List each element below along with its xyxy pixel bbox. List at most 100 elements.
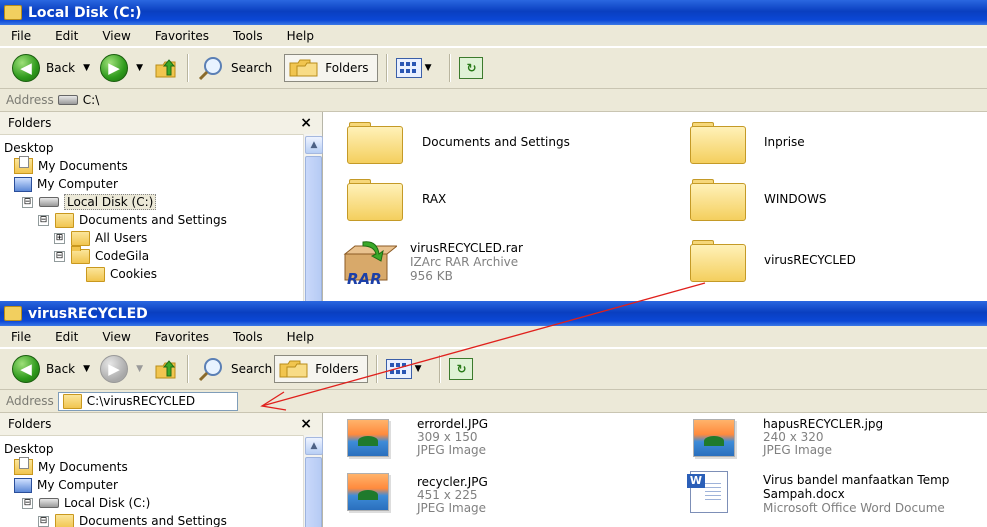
forward-button[interactable]: ▶ ▼ [100,54,153,82]
scroll-up-icon[interactable]: ▲ [305,437,323,455]
refresh-icon[interactable]: ↻ [449,358,474,380]
folders-label: Folders [325,61,369,75]
back-label: Back [46,362,76,376]
address-value: C:\ [82,93,100,107]
tree-item-my-documents[interactable]: My Documents [0,457,322,476]
collapse-icon[interactable]: ⊟ [38,515,49,527]
search-button[interactable]: Search [197,356,272,382]
scroll-up-icon[interactable]: ▲ [305,136,323,154]
close-pane-icon[interactable]: × [300,416,312,432]
item-dimensions: 451 x 225 [417,488,478,502]
menu-file[interactable]: File [11,330,31,344]
folder-icon [690,240,746,282]
toolbar-separator [439,355,442,383]
forward-dropdown-icon[interactable]: ▼ [136,364,143,374]
my-documents-icon [14,457,33,475]
close-pane-icon[interactable]: × [300,115,312,131]
forward-dropdown-icon[interactable]: ▼ [136,63,143,73]
menu-edit[interactable]: Edit [55,29,78,43]
item-name: recycler.JPG [417,475,488,489]
menu-tools[interactable]: Tools [233,330,263,344]
item-name: hapusRECYCLER.jpg [763,417,884,431]
folders-scrollbar[interactable]: ▲ [303,435,323,527]
tree-item-cookies[interactable]: Cookies [0,265,322,283]
tree-item-local-disk[interactable]: ⊟ Local Disk (C:) [0,494,322,512]
back-dropdown-icon[interactable]: ▼ [83,63,90,73]
tree-item-my-computer[interactable]: My Computer [0,175,322,193]
views-button[interactable]: ▼ [385,359,432,379]
folder-icon [690,179,746,221]
search-button[interactable]: Search [197,55,272,81]
window-title: virusRECYCLED [28,305,148,322]
tree-item-desktop[interactable]: Desktop [0,139,322,157]
menu-favorites[interactable]: Favorites [155,29,209,43]
scroll-thumb[interactable] [305,457,322,527]
menu-file[interactable]: File [11,29,31,43]
collapse-icon[interactable]: ⊟ [38,214,49,226]
search-label: Search [230,61,273,75]
menu-view[interactable]: View [102,330,130,344]
folders-pane-title: Folders [8,116,52,130]
views-dropdown-icon[interactable]: ▼ [415,364,422,374]
title-bar[interactable]: Local Disk (C:) [0,0,987,25]
explorer-window-local-disk: Local Disk (C:) File Edit View Favorites… [0,0,987,301]
tree-item-documents-and-settings[interactable]: ⊟ Documents and Settings [0,211,322,229]
item-type: JPEG Image [417,443,487,457]
folders-icon [279,360,308,378]
up-folder-icon[interactable] [153,358,179,380]
menu-view[interactable]: View [102,29,130,43]
back-label: Back [46,61,76,75]
back-dropdown-icon[interactable]: ▼ [83,364,90,374]
menu-help[interactable]: Help [287,330,314,344]
address-value: C:\virusRECYCLED [86,394,196,408]
tree-item-my-documents[interactable]: My Documents [0,156,322,175]
folders-button[interactable]: Folders [284,54,378,82]
tree-item-label: My Documents [38,159,128,173]
tree-item-all-users[interactable]: ⊞ All Users [0,229,322,247]
tree-item-documents-and-settings[interactable]: ⊟ Documents and Settings [0,512,322,527]
item-name: Inprise [764,135,805,149]
tree-item-label: All Users [95,231,148,245]
rar-icon-text: RAR [347,270,382,288]
tree-item-label: Cookies [110,267,157,281]
menu-bar: File Edit View Favorites Tools Help [0,326,987,348]
back-button[interactable]: ◀ Back ▼ [12,355,100,383]
tree-item-my-computer[interactable]: My Computer [0,476,322,494]
address-field[interactable]: C:\virusRECYCLED [57,391,238,411]
up-folder-icon[interactable] [153,57,179,79]
views-button[interactable]: ▼ [395,58,442,78]
item-type: IZArc RAR Archive [410,255,519,269]
item-size: 956 KB [410,269,453,283]
menu-edit[interactable]: Edit [55,330,78,344]
collapse-icon[interactable]: ⊟ [22,497,33,509]
forward-button[interactable]: ▶ ▼ [100,355,153,383]
item-name: Virus bandel manfaatkan Temp [763,473,950,487]
back-arrow-icon: ◀ [12,355,40,383]
tree-item-desktop[interactable]: Desktop [0,440,322,458]
address-bar: Address C:\virusRECYCLED [0,390,987,413]
tree-item-local-disk[interactable]: ⊟ Local Disk (C:) [0,193,322,211]
title-bar[interactable]: virusRECYCLED [0,301,987,326]
folder-window-icon [4,306,22,321]
menu-help[interactable]: Help [287,29,314,43]
expand-icon[interactable]: ⊞ [54,232,65,244]
tree-item-label: Documents and Settings [79,213,227,227]
search-label: Search [230,362,273,376]
views-dropdown-icon[interactable]: ▼ [425,63,432,73]
item-dimensions: 240 x 320 [763,430,824,444]
tree-item-codegila[interactable]: ⊟ CodeGila [0,245,322,265]
folders-pane-header: Folders × [0,112,322,135]
scroll-thumb[interactable] [305,156,322,301]
refresh-icon[interactable]: ↻ [459,57,484,79]
folders-button[interactable]: Folders [274,355,368,383]
address-field[interactable]: C:\ [57,93,100,107]
back-button[interactable]: ◀ Back ▼ [12,54,100,82]
menu-favorites[interactable]: Favorites [155,330,209,344]
forward-arrow-icon: ▶ [100,54,129,82]
folders-scrollbar[interactable]: ▲ [303,134,323,301]
tree-item-label: Documents and Settings [79,514,227,527]
collapse-icon[interactable]: ⊟ [54,250,65,262]
drive-icon [39,498,59,508]
menu-tools[interactable]: Tools [233,29,263,43]
collapse-icon[interactable]: ⊟ [22,196,33,208]
